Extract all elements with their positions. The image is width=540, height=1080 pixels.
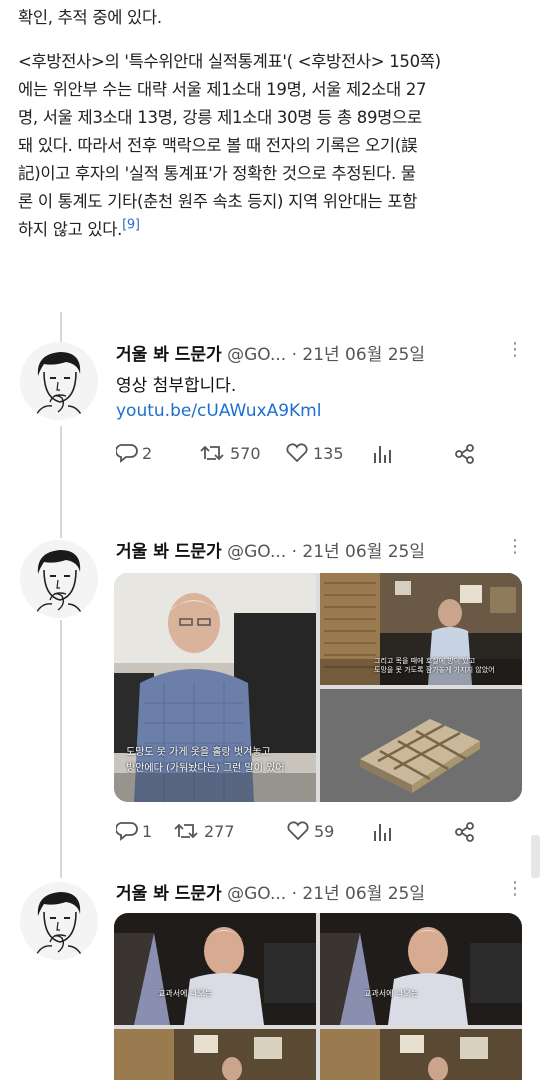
reply-count: 2	[142, 443, 153, 463]
like-icon	[287, 821, 309, 841]
share-icon	[455, 822, 474, 842]
avatar[interactable]	[20, 342, 98, 420]
citation-link[interactable]: [9]	[122, 218, 140, 233]
reply-icon	[116, 444, 138, 463]
article-line: 명, 서울 제3소대 13명, 강릉 제1소대 30명 등 총 89명으로	[18, 108, 422, 127]
user-handle[interactable]: @GO...	[227, 345, 286, 365]
tweet-link[interactable]: youtu.be/cUAWuxA9Kml	[116, 401, 321, 421]
media-grid: 도망도 못 가게 옷을 홀랑 벗겨놓고 방안에다 (가둬놨다는) 그런 말이 있…	[114, 573, 522, 802]
article-line: 돼 있다. 따라서 전후 맥락으로 볼 때 전자의 기록은 오기(誤	[18, 136, 418, 155]
interview-image	[320, 913, 522, 1025]
reply-button[interactable]: 1	[116, 821, 152, 841]
avatar[interactable]	[20, 540, 98, 618]
tweet-header: 거울 봐 드문가 @GO... · 21년 06월 25일	[116, 340, 425, 365]
media-grid: 교과서에 나오는 교과서에 나오는	[114, 913, 522, 1080]
tweet-text: 영상 첨부합니다.	[116, 376, 237, 396]
thread-line	[60, 312, 62, 342]
article-line: 확인, 추적 중에 있다.	[18, 8, 162, 27]
tweet-actions: 1 277 59	[116, 821, 496, 845]
user-handle[interactable]: @GO...	[227, 884, 286, 904]
article-line: 에는 위안부 수는 대략 서울 제1소대 19명, 서울 제2소대 27	[18, 80, 427, 99]
like-button[interactable]: 59	[286, 821, 334, 841]
retweet-icon	[200, 445, 224, 461]
tweet-header: 거울 봐 드문가 @GO... · 21년 06월 25일	[116, 537, 425, 562]
retweet-count: 570	[230, 443, 261, 463]
subtitle-line: 도망도 못 가게 옷을 홀랑 벗겨놓고	[126, 747, 271, 758]
display-name[interactable]: 거울 봐 드문가	[116, 884, 222, 904]
stats-icon	[374, 824, 391, 841]
interview-image	[114, 913, 316, 1025]
like-button[interactable]: 135	[285, 443, 344, 463]
reply-button[interactable]: 2	[116, 443, 152, 463]
subtitle-line: 방안에다 (가둬놨다는) 그런 말이 있어	[126, 763, 285, 774]
thread-line	[60, 426, 62, 538]
tweet-date[interactable]: · 21년 06월 25일	[292, 542, 425, 562]
tweet-date[interactable]: · 21년 06월 25일	[292, 884, 425, 904]
video-thumbnail[interactable]	[320, 1029, 522, 1080]
share-button[interactable]	[454, 443, 476, 465]
scroll-indicator[interactable]	[531, 835, 540, 878]
share-button[interactable]	[454, 821, 476, 843]
building-model-image	[320, 689, 522, 802]
stats-button[interactable]	[372, 443, 394, 465]
like-count: 135	[313, 443, 344, 463]
stats-button[interactable]	[372, 821, 394, 843]
avatar[interactable]	[20, 882, 98, 960]
video-thumbnail[interactable]: 도망도 못 가게 옷을 홀랑 벗겨놓고 방안에다 (가둬놨다는) 그런 말이 있…	[114, 573, 316, 802]
retweet-icon	[174, 823, 198, 839]
like-icon	[286, 443, 308, 463]
subtitle-line: 교과서에 나오는	[158, 989, 213, 998]
article-paragraph: <후방전사>의 '특수위안대 실적통계표'( <후방전사> 150쪽) 에는 위…	[18, 48, 530, 244]
subtitle-line: 도망을 못 가도록 잠가놓게 가지지 않았어	[374, 666, 495, 674]
room-image	[320, 1029, 522, 1080]
reply-count: 1	[142, 821, 153, 841]
subtitle-line: 그리고 목을 때에 호실에 방이 있고	[374, 657, 476, 665]
tweet-date[interactable]: · 21년 06월 25일	[292, 345, 425, 365]
article-line-last: 하지 않고 있다.[9]	[18, 217, 140, 240]
thread-line	[60, 620, 62, 878]
reply-icon	[116, 822, 138, 841]
video-thumbnail[interactable]	[114, 1029, 316, 1080]
video-thumbnail[interactable]: 교과서에 나오는	[114, 913, 316, 1025]
share-icon	[455, 444, 474, 464]
video-thumbnail[interactable]	[320, 689, 522, 802]
more-options-icon[interactable]: ⋮	[506, 878, 524, 899]
user-handle[interactable]: @GO...	[227, 542, 286, 562]
room-image	[114, 1029, 316, 1080]
article-line: 론 이 통계도 기타(춘천 원주 속초 등지) 지역 위안대는 포함	[18, 192, 418, 211]
video-thumbnail[interactable]: 그리고 목을 때에 호실에 방이 있고 도망을 못 가도록 잠가놓게 가지지 않…	[320, 573, 522, 685]
stats-icon	[374, 446, 391, 463]
subtitle-line: 교과서에 나오는	[364, 989, 419, 998]
tweet-actions: 2 570 135	[116, 443, 496, 467]
retweet-count: 277	[204, 821, 235, 841]
display-name[interactable]: 거울 봐 드문가	[116, 542, 222, 562]
retweet-button[interactable]: 277	[174, 821, 235, 841]
more-options-icon[interactable]: ⋮	[506, 339, 524, 360]
like-count: 59	[314, 821, 335, 841]
article-line: <후방전사>의 '특수위안대 실적통계표'( <후방전사> 150쪽)	[18, 52, 441, 71]
retweet-button[interactable]: 570	[200, 443, 261, 463]
display-name[interactable]: 거울 봐 드문가	[116, 345, 222, 365]
video-thumbnail[interactable]: 교과서에 나오는	[320, 913, 522, 1025]
more-options-icon[interactable]: ⋮	[506, 536, 524, 557]
tweet-header: 거울 봐 드문가 @GO... · 21년 06월 25일	[116, 879, 425, 904]
article-line: 記)이고 후자의 '실적 통계표'가 정확한 것으로 추정된다. 물	[18, 164, 416, 183]
